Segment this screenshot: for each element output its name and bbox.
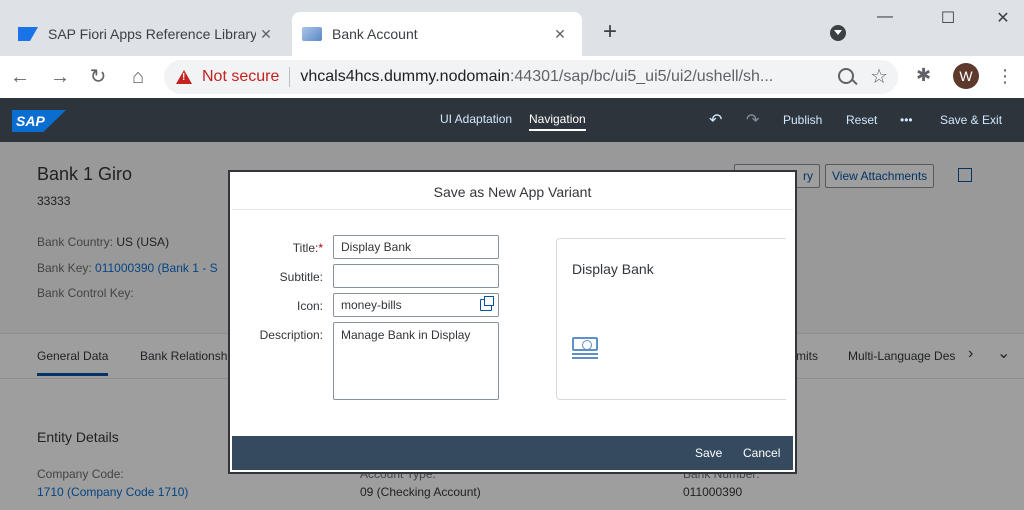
icon-input[interactable]: money-bills — [333, 293, 499, 317]
sap-shell-bar: SAP UI Adaptation Navigation ↶ ↷ Publish… — [0, 98, 1024, 142]
description-label: Description: — [259, 328, 323, 342]
dialog-title: Save as New App Variant — [232, 174, 793, 210]
money-bills-icon — [572, 337, 600, 359]
not-secure-label[interactable]: Not secure — [202, 68, 279, 86]
description-textarea[interactable]: Manage Bank in Display — [333, 322, 499, 400]
required-marker: * — [318, 241, 323, 255]
sap-favicon-icon — [18, 27, 38, 41]
back-arrow-icon[interactable]: ← — [8, 65, 32, 89]
dialog-footer: Save Cancel — [232, 436, 793, 470]
tab-close-icon[interactable]: ✕ — [550, 26, 570, 43]
publish-button[interactable]: Publish — [783, 113, 822, 127]
extensions-puzzle-icon[interactable]: ✱ — [916, 65, 931, 86]
browser-menu-icon[interactable]: ⋮ — [996, 63, 1014, 89]
ui-adaptation-link[interactable]: UI Adaptation — [440, 112, 512, 126]
zoom-icon[interactable] — [838, 68, 854, 84]
tab-title: Bank Account — [332, 26, 418, 42]
address-separator — [289, 67, 291, 87]
save-exit-button[interactable]: Save & Exit — [940, 113, 1002, 127]
minimize-button[interactable]: — — [870, 8, 900, 26]
forward-arrow-icon[interactable]: → — [48, 65, 72, 89]
tile-preview: Display Bank — [556, 238, 786, 400]
browser-toolbar: ← → ↻ ⌂ Not secure vhcals4hcs.dummy.nodo… — [0, 56, 1024, 98]
close-window-button[interactable]: ✕ — [988, 8, 1018, 28]
navigation-link[interactable]: Navigation — [529, 112, 586, 131]
tab-search-icon[interactable] — [830, 25, 846, 41]
subtitle-input[interactable] — [333, 264, 499, 288]
icon-label: Icon: — [296, 299, 323, 313]
subtitle-label: Subtitle: — [279, 270, 323, 284]
url-host: vhcals4hcs.dummy.nodomain — [300, 68, 510, 85]
tab-bank-account[interactable]: Bank Account ✕ — [292, 12, 582, 56]
save-button[interactable]: Save — [695, 446, 722, 460]
new-tab-button[interactable]: + — [598, 20, 622, 44]
warning-icon[interactable] — [176, 70, 192, 84]
title-label-text: Title: — [292, 241, 319, 255]
profile-avatar[interactable]: W — [953, 63, 979, 89]
icon-input-value: money-bills — [341, 298, 402, 312]
bill-shape — [572, 337, 598, 351]
title-input[interactable] — [333, 235, 499, 259]
cancel-button[interactable]: Cancel — [743, 446, 780, 460]
title-label: Title:* — [293, 241, 323, 255]
undo-icon[interactable]: ↶ — [709, 110, 722, 130]
tab-sap-fiori-library[interactable]: SAP Fiori Apps Reference Library ✕ — [8, 12, 288, 56]
bill-line — [572, 353, 598, 355]
save-app-variant-dialog: Save as New App Variant Title:* Subtitle… — [228, 170, 797, 474]
home-icon[interactable]: ⌂ — [126, 65, 150, 89]
tile-preview-title: Display Bank — [572, 261, 654, 277]
bill-line — [572, 357, 598, 359]
sap-logo: SAP — [12, 110, 66, 132]
browser-tab-bar: SAP Fiori Apps Reference Library ✕ Bank … — [0, 0, 1024, 56]
redo-icon[interactable]: ↷ — [746, 110, 759, 130]
bookmark-star-icon[interactable]: ☆ — [870, 64, 888, 89]
value-help-icon[interactable] — [480, 296, 494, 311]
tab-close-icon[interactable]: ✕ — [256, 26, 276, 43]
page-favicon-icon — [302, 27, 322, 41]
reload-icon[interactable]: ↻ — [86, 65, 110, 89]
url-path: :44301/sap/bc/ui5_ui5/ui2/ushell/sh... — [509, 68, 774, 85]
more-icon[interactable]: ••• — [900, 113, 913, 127]
reset-button[interactable]: Reset — [846, 113, 877, 127]
address-bar[interactable]: Not secure vhcals4hcs.dummy.nodomain :44… — [164, 60, 898, 94]
maximize-button[interactable]: ☐ — [933, 8, 963, 28]
tab-title: SAP Fiori Apps Reference Library — [48, 26, 256, 42]
